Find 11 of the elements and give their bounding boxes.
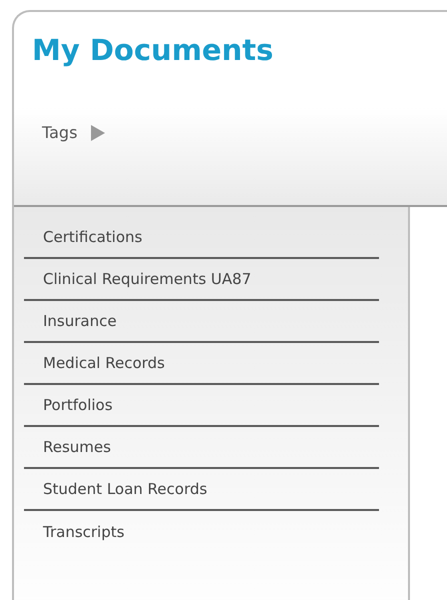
tag-item[interactable]: Medical Records: [43, 352, 165, 374]
page-title: My Documents: [32, 32, 274, 68]
tag-item[interactable]: Resumes: [43, 436, 111, 458]
tag-item[interactable]: Clinical Requirements UA87: [43, 268, 252, 290]
tag-item[interactable]: Student Loan Records: [43, 478, 208, 500]
tag-item[interactable]: Insurance: [43, 310, 117, 332]
triangle-icon: [91, 125, 106, 141]
tags-toggle[interactable]: Tags: [42, 121, 106, 145]
tag-item[interactable]: Portfolios: [43, 394, 113, 416]
tag-item[interactable]: Certifications: [43, 226, 142, 248]
tag-item[interactable]: Transcripts: [43, 520, 124, 544]
